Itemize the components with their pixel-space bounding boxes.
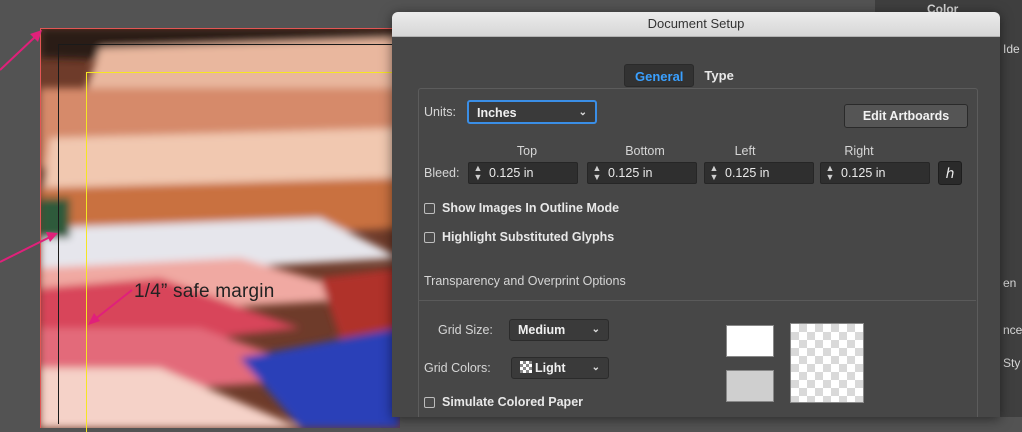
- bleed-left-header: Left: [734, 144, 756, 158]
- chevron-down-icon: ⌄: [591, 362, 600, 373]
- panel-label-sty[interactable]: Sty: [1003, 356, 1020, 370]
- bleed-top-field[interactable]: ▲ ▼ 0.125 in: [468, 162, 578, 184]
- checkbox-label: Highlight Substituted Glyphs: [442, 230, 615, 244]
- dialog-titlebar[interactable]: Document Setup: [392, 12, 1000, 37]
- grid-size-dropdown[interactable]: Medium ⌄: [509, 319, 609, 341]
- bleed-left-field[interactable]: ▲ ▼ 0.125 in: [704, 162, 814, 184]
- edit-artboards-button[interactable]: Edit Artboards: [844, 104, 968, 128]
- grid-colors-value-wrap: Light: [520, 358, 566, 378]
- grid-colors-value: Light: [535, 361, 566, 375]
- section-divider: [418, 300, 976, 301]
- bleed-bottom-value: 0.125 in: [608, 166, 653, 180]
- stepper-icon[interactable]: ▲ ▼: [473, 164, 483, 182]
- general-group-box: [418, 88, 978, 417]
- transparency-section-title: Transparency and Overprint Options: [424, 274, 626, 288]
- document-setup-dialog: Document Setup General Type Units: Inche…: [392, 12, 1000, 417]
- grid-colors-label: Grid Colors:: [424, 361, 491, 375]
- bleed-top-header: Top: [516, 144, 538, 158]
- grid-color-swatch-light[interactable]: [726, 325, 774, 357]
- trim-arrow: [0, 235, 53, 263]
- bleed-left-value: 0.125 in: [725, 166, 770, 180]
- checker-swatch-icon: [520, 361, 532, 373]
- chevron-down-icon: ⌄: [591, 324, 600, 335]
- grid-colors-dropdown[interactable]: Light ⌄: [511, 357, 609, 379]
- safe-margin-annotation: 1/4” safe margin: [134, 281, 275, 302]
- stepper-icon[interactable]: ▲ ▼: [709, 164, 719, 182]
- grid-color-swatch-dark[interactable]: [726, 370, 774, 402]
- highlight-glyphs-checkbox[interactable]: Highlight Substituted Glyphs: [424, 228, 614, 246]
- panel-label-en[interactable]: en: [1003, 276, 1016, 290]
- show-images-outline-checkbox[interactable]: Show Images In Outline Mode: [424, 199, 619, 217]
- safe-margin-arrow-head: [88, 313, 100, 325]
- checkbox-label: Simulate Colored Paper: [442, 395, 584, 409]
- checkbox-label: Show Images In Outline Mode: [442, 201, 620, 215]
- transparency-grid-preview: [790, 323, 864, 403]
- checkbox-box[interactable]: [424, 231, 435, 243]
- dialog-title: Document Setup: [647, 16, 745, 31]
- panel-label-ide[interactable]: Ide: [1003, 42, 1020, 56]
- units-label: Units:: [424, 105, 456, 119]
- dialog-tabs: General Type: [624, 64, 744, 87]
- checkbox-box[interactable]: [424, 396, 435, 408]
- grid-size-label: Grid Size:: [438, 323, 493, 337]
- bleed-right-header: Right: [844, 144, 874, 158]
- stepper-icon[interactable]: ▲ ▼: [825, 164, 835, 182]
- safe-margin-arrow: [93, 289, 133, 321]
- tab-general[interactable]: General: [624, 64, 695, 87]
- panel-label-nce[interactable]: nce: [1003, 323, 1022, 337]
- units-dropdown[interactable]: Inches ⌄: [467, 100, 597, 124]
- checkbox-box[interactable]: [424, 202, 435, 214]
- bleed-right-value: 0.125 in: [841, 166, 886, 180]
- bleed-label: Bleed:: [424, 166, 460, 180]
- grid-size-value: Medium: [518, 323, 566, 337]
- bleed-bottom-field[interactable]: ▲ ▼ 0.125 in: [587, 162, 697, 184]
- simulate-colored-paper-checkbox[interactable]: Simulate Colored Paper: [424, 393, 583, 411]
- link-icon[interactable]: ℎ: [938, 161, 962, 185]
- bleed-right-field[interactable]: ▲ ▼ 0.125 in: [820, 162, 930, 184]
- bleed-top-value: 0.125 in: [489, 166, 534, 180]
- bleed-arrow: [0, 35, 37, 71]
- stepper-icon[interactable]: ▲ ▼: [592, 164, 602, 182]
- bleed-bottom-header: Bottom: [625, 144, 665, 158]
- tab-type[interactable]: Type: [694, 64, 743, 87]
- chevron-down-icon: ⌄: [578, 107, 587, 118]
- units-value: Inches: [477, 106, 517, 120]
- annotation-arrows: [0, 30, 133, 325]
